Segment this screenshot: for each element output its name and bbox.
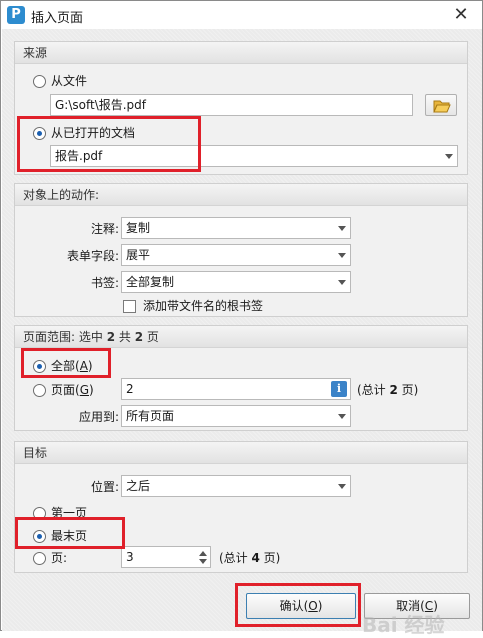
target-group: 目标 位置: 之后 第一页 最末页 页: 3 (总计 4 页) — [14, 441, 468, 573]
chevron-down-icon — [338, 484, 346, 489]
app-logo-icon: P — [7, 6, 25, 24]
insert-pages-dialog: P 插入页面 ✕ 来源 从文件 G:\soft\报告.pdf 从已打开的文档 报… — [0, 0, 483, 637]
form-value: 展平 — [126, 248, 151, 262]
bookmark-select[interactable]: 全部复制 — [121, 271, 351, 293]
target-page-label: 页: — [51, 551, 68, 565]
add-root-bookmark-checkbox[interactable] — [123, 300, 136, 313]
range-pages-key: G — [79, 383, 89, 397]
apply-to-label: 应用到: — [79, 410, 120, 424]
range-pages-close: ) — [89, 383, 94, 397]
annot-label: 注释: — [91, 222, 120, 236]
position-label: 位置: — [91, 480, 120, 494]
actions-group-header: 对象上的动作: — [15, 184, 467, 206]
range-header-prefix: 页面范围: 选中 — [23, 330, 107, 344]
info-icon[interactable]: i — [331, 381, 347, 397]
watermark: Bai 经验 — [362, 613, 445, 637]
bookmark-label: 书签: — [91, 276, 120, 290]
pages-total-num: 2 — [389, 383, 398, 397]
file-path-field[interactable]: G:\soft\报告.pdf — [50, 94, 413, 116]
range-pages-label: 页面(G) — [51, 382, 94, 398]
chevron-down-icon — [445, 154, 453, 159]
highlight-range-all — [21, 348, 111, 378]
close-icon[interactable]: ✕ — [450, 4, 472, 26]
pages-input[interactable]: 2 i — [121, 378, 351, 400]
annot-select[interactable]: 复制 — [121, 217, 351, 239]
add-root-bookmark-label: 添加带文件名的根书签 — [143, 299, 264, 313]
target-total-prefix: (总计 — [219, 551, 252, 565]
range-header-suffix: 页 — [143, 330, 159, 344]
apply-to-value: 所有页面 — [126, 409, 175, 423]
chevron-down-icon — [338, 280, 346, 285]
chevron-down-icon — [338, 226, 346, 231]
form-label: 表单字段: — [67, 249, 120, 263]
highlight-open-doc — [17, 116, 201, 172]
chevron-down-icon[interactable] — [199, 559, 207, 564]
target-total-num: 4 — [251, 551, 260, 565]
target-page-stepper[interactable]: 3 — [121, 546, 211, 568]
chevron-up-icon[interactable] — [199, 551, 207, 556]
browse-folder-button[interactable] — [425, 94, 457, 116]
target-total-suffix: 页) — [259, 551, 281, 565]
target-page-value: 3 — [126, 550, 134, 564]
highlight-target-last — [15, 517, 125, 549]
range-pages-radio[interactable] — [33, 384, 46, 397]
target-total-label: (总计 4 页) — [219, 550, 280, 566]
range-total-count: 2 — [134, 330, 144, 344]
form-select[interactable]: 展平 — [121, 244, 351, 266]
target-page-radio[interactable] — [33, 552, 46, 565]
range-selected-count: 2 — [106, 330, 116, 344]
actions-group: 对象上的动作: 注释: 复制 表单字段: 展平 书签: 全部复制 添加带文件名的… — [14, 183, 468, 317]
bookmark-value: 全部复制 — [126, 275, 175, 289]
position-select[interactable]: 之后 — [121, 475, 351, 497]
annot-value: 复制 — [126, 221, 151, 235]
pages-input-value: 2 — [126, 382, 134, 396]
target-group-header: 目标 — [15, 442, 467, 464]
title-bar: P 插入页面 ✕ — [1, 1, 482, 29]
pages-total-label: (总计 2 页) — [357, 382, 418, 398]
chevron-down-icon — [338, 253, 346, 258]
highlight-ok-button — [235, 583, 361, 627]
range-header-mid: 共 — [115, 330, 135, 344]
range-pages-text: 页面( — [51, 383, 80, 397]
apply-to-select[interactable]: 所有页面 — [121, 405, 351, 427]
folder-open-icon — [433, 100, 451, 113]
chevron-down-icon — [338, 414, 346, 419]
position-value: 之后 — [126, 479, 151, 493]
page-range-header: 页面范围: 选中 2 共 2 页 — [15, 326, 467, 348]
dialog-title: 插入页面 — [31, 11, 84, 26]
source-group-header: 来源 — [15, 42, 467, 64]
pages-total-prefix: (总计 — [357, 383, 390, 397]
from-file-radio[interactable] — [33, 75, 46, 88]
from-file-label: 从文件 — [51, 74, 88, 88]
pages-total-suffix: 页) — [397, 383, 419, 397]
page-range-group: 页面范围: 选中 2 共 2 页 全部(A) 页面(G) 2 i (总计 2 页… — [14, 325, 468, 431]
